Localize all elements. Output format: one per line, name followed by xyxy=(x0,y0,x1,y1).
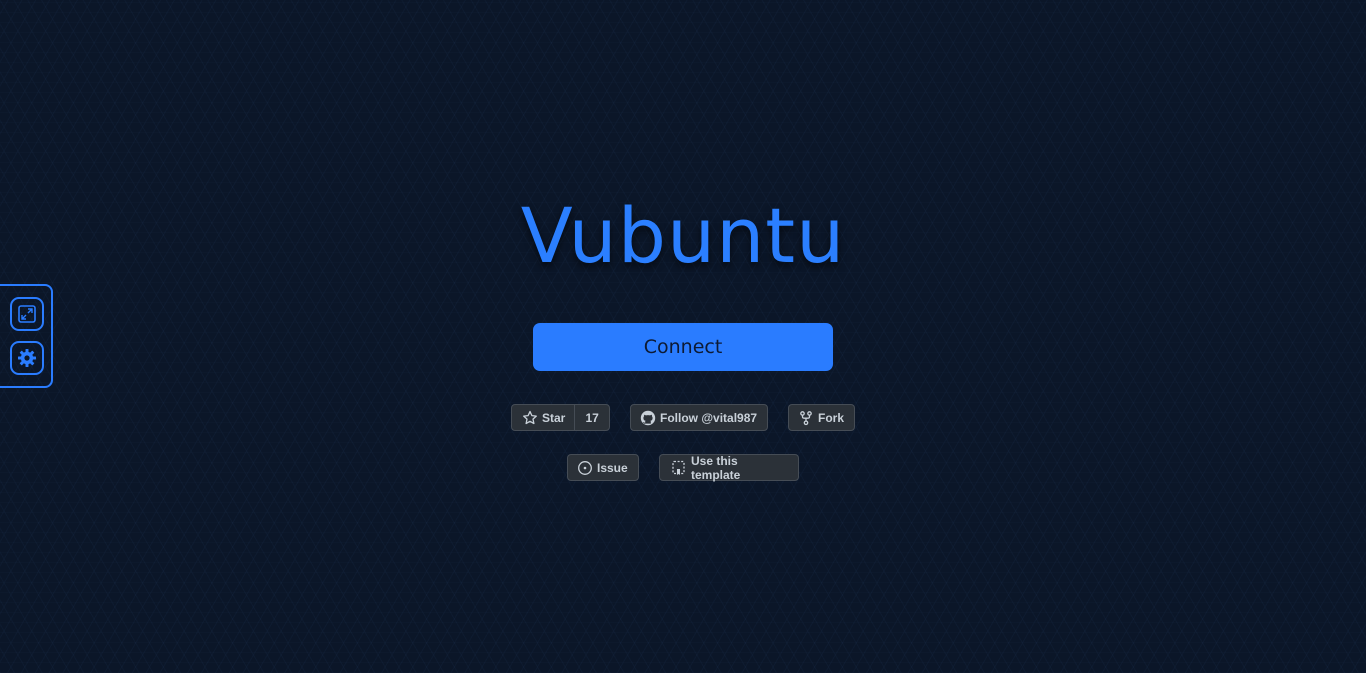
follow-label: Follow @vital987 xyxy=(660,410,758,425)
github-star-button[interactable]: Star xyxy=(512,405,576,430)
fork-icon xyxy=(798,410,814,426)
github-follow-button[interactable]: Follow @vital987 xyxy=(630,404,768,431)
github-fork-button[interactable]: Fork xyxy=(788,404,855,431)
issue-label: Issue xyxy=(597,460,628,475)
gear-icon xyxy=(17,348,37,368)
template-label: Use this template xyxy=(691,453,741,482)
github-issue-button[interactable]: Issue xyxy=(567,454,639,481)
star-count[interactable]: 17 xyxy=(575,405,609,430)
star-label: Star xyxy=(542,410,566,425)
settings-button[interactable] xyxy=(9,341,44,375)
fullscreen-icon xyxy=(17,305,36,323)
issue-icon xyxy=(577,460,593,476)
template-icon xyxy=(671,460,687,476)
github-icon xyxy=(640,410,656,426)
side-control-panel xyxy=(0,284,53,388)
fork-label: Fork xyxy=(818,410,845,425)
fullscreen-button[interactable] xyxy=(9,297,44,331)
connect-button[interactable]: Connect xyxy=(533,323,833,371)
star-icon xyxy=(522,410,538,426)
github-use-template-button[interactable]: Use this template xyxy=(659,453,799,482)
app-title: Vubuntu xyxy=(520,191,846,280)
github-star-button-group: Star 17 xyxy=(511,404,610,431)
